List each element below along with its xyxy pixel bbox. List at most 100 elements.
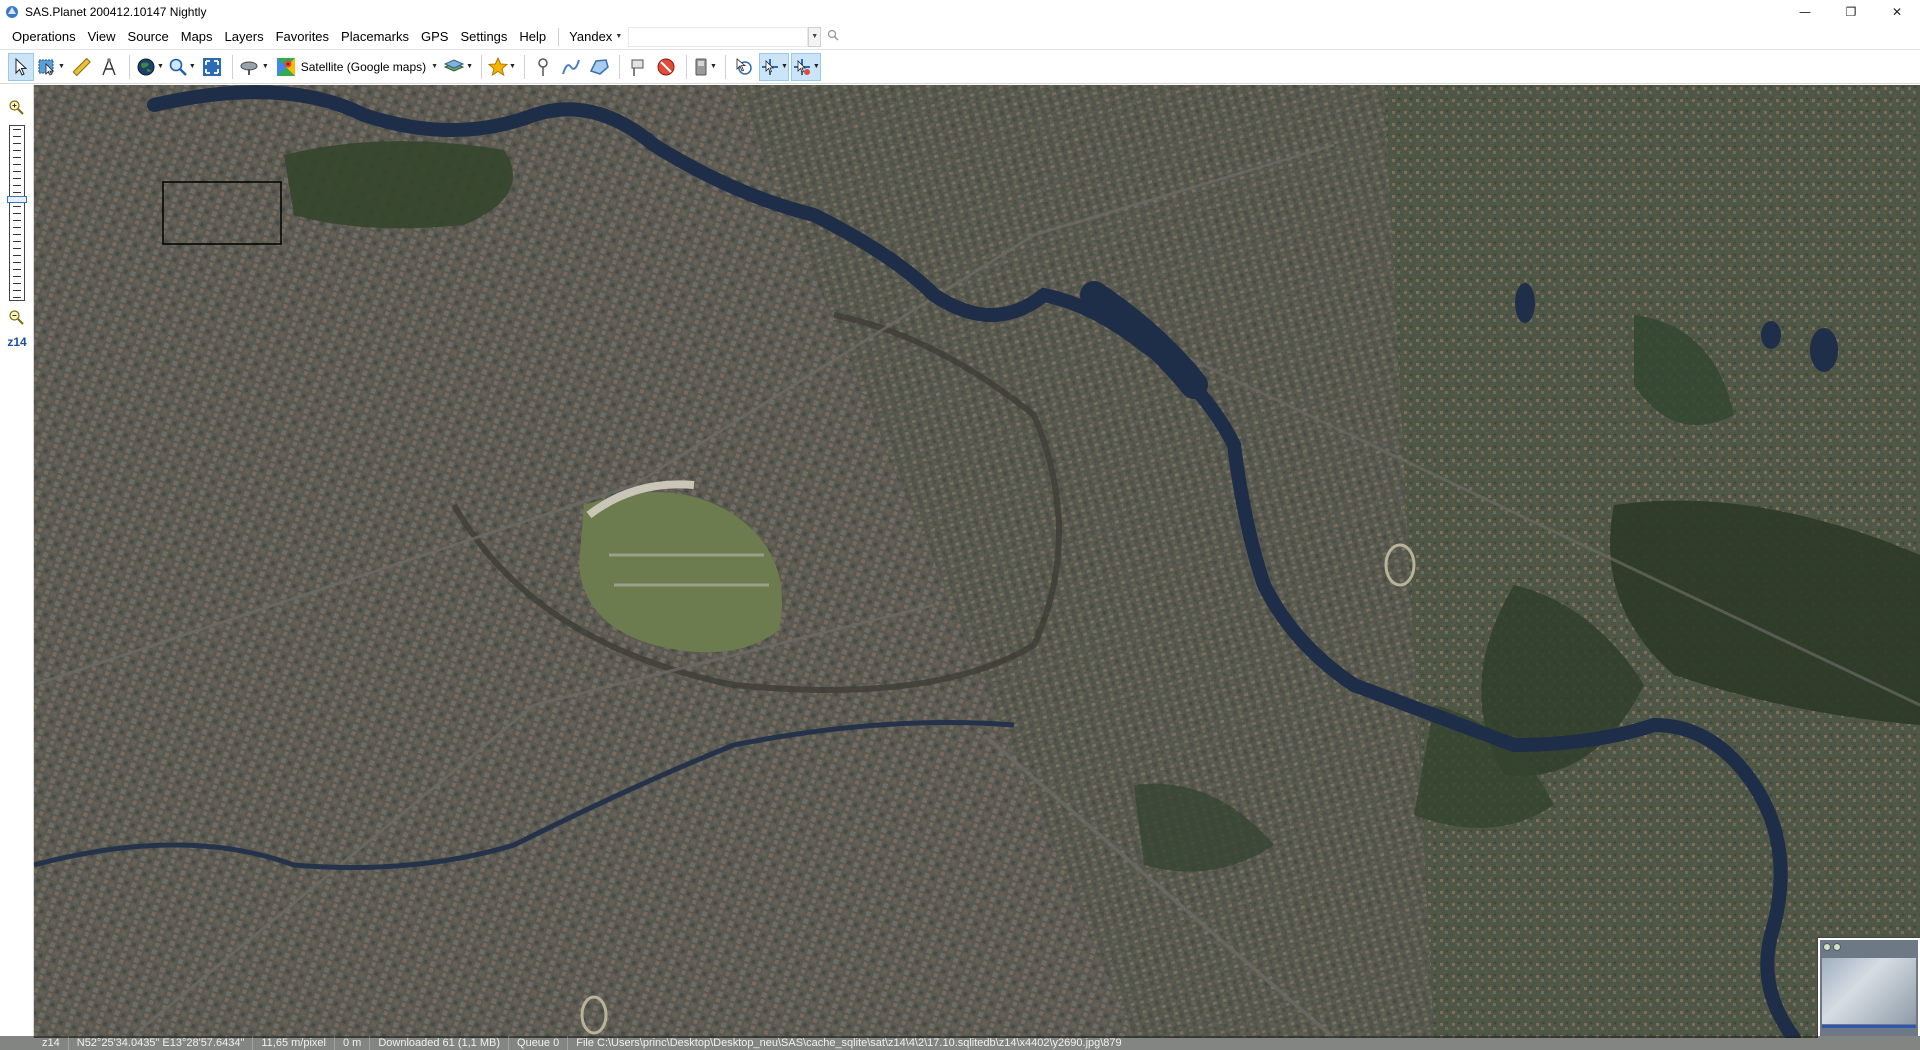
- map-view[interactable]: [34, 85, 1920, 1038]
- menu-maps[interactable]: Maps: [175, 24, 219, 50]
- cursor-move-icon: [793, 58, 810, 75]
- toolbar-separator: [231, 54, 233, 79]
- zoom-tick: [13, 290, 21, 291]
- window-controls: — ❐ ✕: [1782, 0, 1920, 24]
- minimize-button[interactable]: —: [1782, 0, 1828, 24]
- minimap[interactable]: [1818, 938, 1920, 1038]
- chevron-down-icon: ▼: [780, 63, 788, 70]
- zoom-tick: [13, 185, 21, 186]
- zoom-tick: [13, 143, 21, 144]
- chevron-down-icon: ▼: [431, 63, 439, 70]
- menu-view[interactable]: View: [82, 24, 122, 50]
- chevron-down-icon: ▼: [188, 63, 196, 70]
- menu-gps[interactable]: GPS: [415, 24, 454, 50]
- zoom-tick: [13, 178, 21, 179]
- zoom-tick: [13, 255, 21, 256]
- chevron-down-icon: ▼: [58, 63, 65, 70]
- zoom-out-button[interactable]: [6, 307, 26, 327]
- menu-favorites[interactable]: Favorites: [270, 24, 335, 50]
- close-button[interactable]: ✕: [1874, 0, 1920, 24]
- compass-icon: [102, 57, 116, 75]
- add-placemark-button[interactable]: [530, 53, 556, 81]
- show-marks-button[interactable]: [625, 53, 651, 81]
- main-toolbar: ▼ ▼ ▼ ▼ Satellite (Google maps) ▼ ▼ ▼ ▼ …: [0, 50, 1920, 84]
- fullscreen-button[interactable]: [199, 53, 225, 81]
- fullscreen-icon: [202, 57, 221, 76]
- placemark-icon: [538, 57, 548, 76]
- chevron-down-icon: ▼: [261, 63, 269, 70]
- status-scale: 11,65 m/pixel: [253, 1036, 335, 1050]
- selection-icon: [38, 59, 54, 76]
- search-icon[interactable]: [827, 29, 839, 44]
- zoom-tool-button[interactable]: ▼: [167, 53, 197, 81]
- search-provider-label: Yandex: [569, 29, 613, 44]
- pointer-tool-button[interactable]: [8, 52, 34, 81]
- layers-button[interactable]: ▼: [442, 53, 474, 81]
- maximize-button[interactable]: ❐: [1828, 0, 1874, 24]
- zoom-level-label: z14: [7, 335, 27, 349]
- zoom-tick: [13, 241, 21, 242]
- delete-marks-icon: [657, 58, 675, 75]
- menu-layers[interactable]: Layers: [219, 24, 270, 50]
- minimap-view[interactable]: [1822, 958, 1916, 1024]
- chevron-down-icon: ▼: [509, 63, 516, 70]
- search-history-dropdown[interactable]: ▼: [808, 26, 822, 47]
- star-icon: [488, 56, 509, 76]
- satellite-map[interactable]: [34, 85, 1920, 1038]
- menu-settings[interactable]: Settings: [454, 24, 513, 50]
- selection-tool-button[interactable]: ▼: [36, 53, 66, 81]
- hide-marks-button[interactable]: [653, 53, 679, 81]
- favorites-button[interactable]: ▼: [487, 53, 517, 81]
- zoom-tick: [13, 206, 21, 207]
- globe-button[interactable]: ▼: [135, 53, 165, 81]
- zoom-tick: [13, 283, 21, 284]
- gps-icon: [695, 58, 707, 75]
- add-polygon-button[interactable]: [586, 53, 612, 81]
- zoom-panel: z14: [0, 85, 34, 1038]
- status-file: File C:\Users\princ\Desktop\Desktop_neu\…: [576, 1037, 1122, 1049]
- add-path-button[interactable]: [558, 53, 584, 81]
- zoom-tick: [13, 227, 21, 228]
- zoom-tick: [13, 220, 21, 221]
- map-source-selector[interactable]: Satellite (Google maps) ▼: [272, 53, 442, 81]
- zoom-tick: [13, 262, 21, 263]
- minimap-controls[interactable]: [1823, 943, 1841, 951]
- chevron-down-icon: ▼: [156, 63, 164, 70]
- search-input[interactable]: [628, 26, 809, 47]
- center-cursor-button[interactable]: [731, 53, 757, 81]
- menu-help[interactable]: Help: [513, 24, 552, 50]
- cursor-select-button[interactable]: ▼: [758, 52, 789, 81]
- minimap-viewport-indicator: [1822, 1025, 1916, 1028]
- zoom-slider[interactable]: [7, 125, 27, 301]
- menu-bar: Operations View Source Maps Layers Favor…: [0, 24, 1920, 50]
- ruler-icon: [72, 57, 91, 76]
- ruler-tool-button[interactable]: [68, 53, 94, 81]
- pointer-icon: [15, 57, 28, 76]
- layers-icon: [443, 58, 465, 72]
- status-queue: Queue 0: [509, 1036, 569, 1050]
- zoom-tick: [13, 248, 21, 249]
- zoom-tick: [13, 234, 21, 235]
- search-provider-dropdown[interactable]: Yandex ▼: [565, 29, 626, 44]
- satellite-dish-icon: [240, 61, 258, 75]
- zoom-out-icon: [9, 310, 24, 325]
- menu-placemarks[interactable]: Placemarks: [335, 24, 415, 50]
- window-title: SAS.Planet 200412.10147 Nightly: [25, 5, 207, 19]
- menu-operations[interactable]: Operations: [0, 24, 82, 50]
- statusbar-left-spacer: [0, 1036, 34, 1050]
- minimap-zoom-in-icon[interactable]: [1823, 943, 1831, 951]
- magnifier-icon: [169, 58, 187, 76]
- zoom-slider-thumb[interactable]: [7, 195, 27, 203]
- satellite-source-button[interactable]: ▼: [238, 53, 270, 81]
- chevron-down-icon: ▼: [615, 33, 623, 40]
- zoom-in-button[interactable]: [6, 97, 26, 117]
- cursor-select-icon: [761, 58, 778, 75]
- search-combo: Yandex ▼ ▼: [565, 26, 839, 47]
- menu-source[interactable]: Source: [122, 24, 175, 50]
- status-downloaded: Downloaded 61 (1,1 MB): [370, 1036, 510, 1050]
- cursor-move-button[interactable]: ▼: [790, 52, 821, 81]
- chevron-down-icon: ▼: [709, 63, 717, 70]
- compass-tool-button[interactable]: [96, 53, 122, 81]
- minimap-zoom-out-icon[interactable]: [1833, 943, 1841, 951]
- gps-button[interactable]: ▼: [692, 53, 718, 81]
